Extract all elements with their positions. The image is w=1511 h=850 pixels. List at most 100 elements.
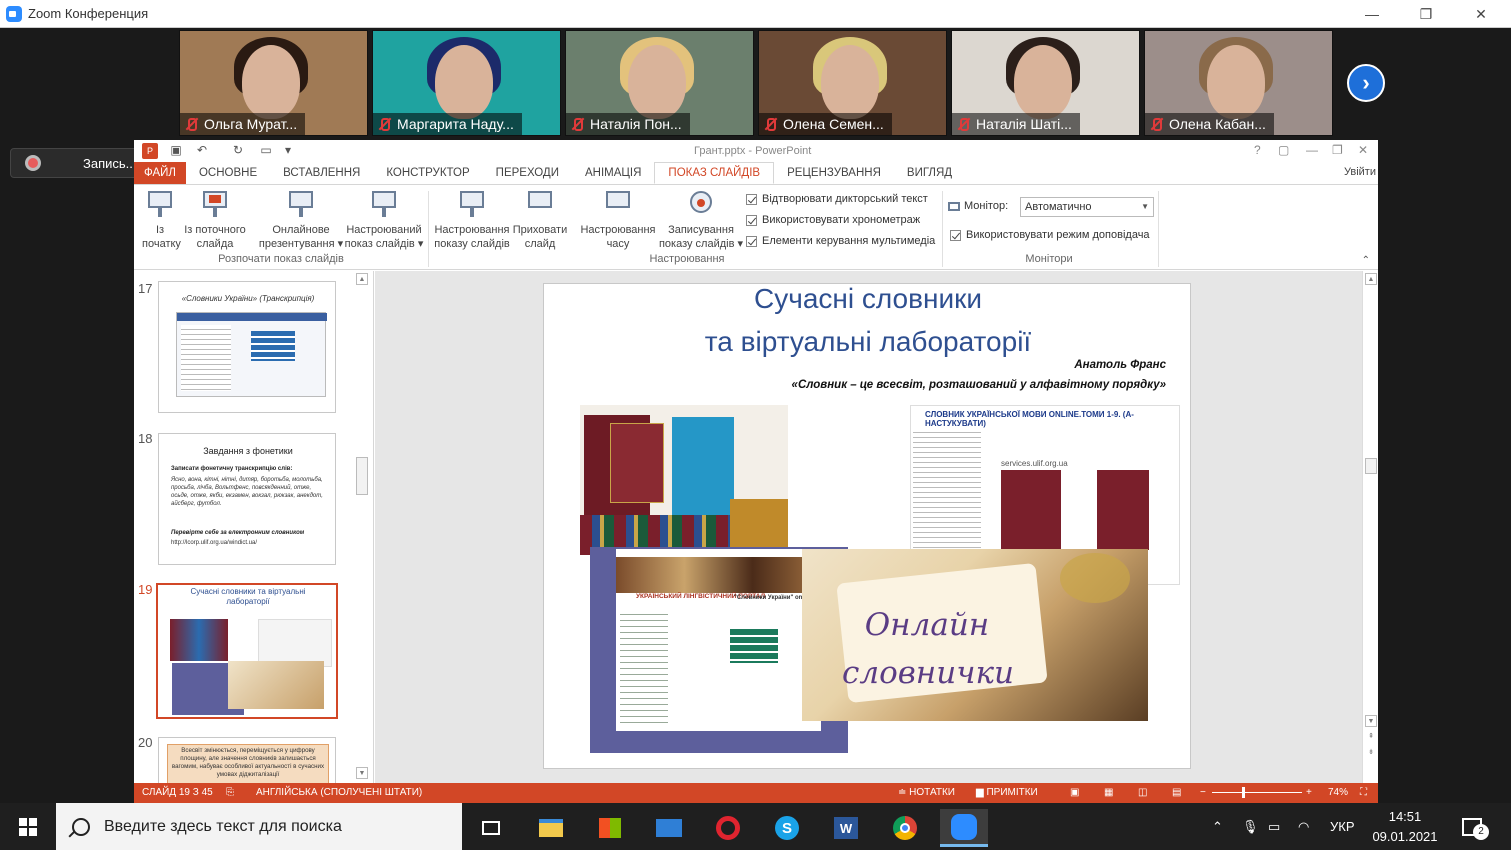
collapse-ribbon-icon[interactable]: ⌃ bbox=[1362, 255, 1370, 266]
next-page-button[interactable]: › bbox=[1347, 64, 1385, 102]
input-language[interactable]: УКР bbox=[1330, 803, 1355, 850]
language-indicator[interactable]: АНГЛІЙСЬКА (СПОЛУЧЕНІ ШТАТИ) bbox=[256, 787, 422, 798]
present-icon[interactable]: ▭ bbox=[258, 143, 274, 159]
zoom-out-icon[interactable]: − bbox=[1200, 787, 1206, 798]
spellcheck-icon[interactable]: ⎘ bbox=[226, 787, 234, 798]
save-icon[interactable]: ▣ bbox=[168, 143, 184, 159]
windows-logo-icon bbox=[19, 817, 37, 836]
slide-sorter-icon[interactable]: ▦ bbox=[1104, 787, 1113, 798]
tab-7[interactable]: РЕЦЕНЗУВАННЯ bbox=[774, 162, 894, 184]
redo-icon[interactable]: ↻ bbox=[230, 143, 246, 159]
opera-icon[interactable] bbox=[704, 809, 752, 847]
clock[interactable]: 14:51 09.01.2021 bbox=[1372, 803, 1438, 850]
participant-tile[interactable]: Наталія Шаті... bbox=[951, 30, 1140, 136]
from-current-slide-button[interactable]: Із поточного слайда bbox=[182, 189, 248, 251]
mail-icon[interactable] bbox=[645, 809, 693, 847]
fit-slide-icon[interactable]: ⛶ bbox=[1360, 787, 1367, 798]
chrome-icon[interactable] bbox=[881, 809, 929, 847]
tab-4[interactable]: ПЕРЕХОДИ bbox=[483, 162, 572, 184]
set-up-slide-show-button[interactable]: Настроювання показу слайдів bbox=[432, 189, 512, 251]
tab-0[interactable]: ФАЙЛ bbox=[134, 162, 186, 184]
tab-1[interactable]: ОСНОВНЕ bbox=[186, 162, 270, 184]
store-icon[interactable] bbox=[586, 809, 634, 847]
undo-icon[interactable]: ↶ bbox=[194, 143, 210, 159]
scrollbar-thumb[interactable] bbox=[356, 457, 368, 495]
slide-thumbnail-20[interactable]: Всесвіт змінюється, переміщується у цифр… bbox=[158, 737, 336, 783]
battery-icon[interactable]: ▭ bbox=[1268, 803, 1280, 850]
sign-in-link[interactable]: Увійти bbox=[1344, 166, 1376, 178]
thumbs-scrollbar[interactable]: ▲ ▼ bbox=[354, 271, 370, 783]
microphone-icon[interactable]: 🎙 bbox=[1242, 803, 1259, 850]
present-online-button[interactable]: Онлайнове презентування ▾ bbox=[258, 189, 344, 251]
slide-thumbnail-19[interactable]: Сучасні словники та віртуальні лаборатор… bbox=[156, 583, 338, 719]
scroll-up-icon[interactable]: ▲ bbox=[356, 273, 368, 285]
restore-icon[interactable]: ❐ bbox=[1403, 0, 1449, 28]
normal-view-icon[interactable]: ▣ bbox=[1070, 787, 1079, 798]
scroll-up-icon[interactable]: ▲ bbox=[1365, 273, 1377, 285]
media-controls-checkbox[interactable]: Елементи керування мультимедіа bbox=[746, 235, 935, 247]
tab-2[interactable]: ВСТАВЛЕННЯ bbox=[270, 162, 373, 184]
presenter-view-checkbox[interactable]: Використовувати режим доповідача bbox=[950, 229, 1150, 241]
notes-button[interactable]: ≐ НОТАТКИ bbox=[898, 787, 955, 798]
play-narrations-checkbox[interactable]: Відтворювати дикторський текст bbox=[746, 193, 928, 205]
from-beginning-button[interactable]: Із початку bbox=[142, 189, 181, 251]
word-icon[interactable]: W bbox=[822, 809, 870, 847]
search-input[interactable]: Введите здесь текст для поиска bbox=[104, 818, 342, 836]
dictionaries-books-image bbox=[580, 405, 788, 555]
participant-tile[interactable]: Маргарита Наду... bbox=[372, 30, 561, 136]
comments-button[interactable]: ▆ ПРИМІТКИ bbox=[976, 787, 1038, 798]
zoom-app-icon[interactable] bbox=[940, 809, 988, 847]
slide-thumbnail-18[interactable]: Завдання з фонетики Записати фонетичну т… bbox=[158, 433, 336, 565]
start-button[interactable] bbox=[0, 803, 56, 850]
reading-view-icon[interactable]: ◫ bbox=[1138, 787, 1147, 798]
tab-6[interactable]: ПОКАЗ СЛАЙДІВ bbox=[654, 162, 775, 184]
zoom-slider-thumb[interactable] bbox=[1242, 787, 1245, 798]
customize-toolbar-icon[interactable]: ▾ bbox=[280, 143, 296, 159]
next-slide-icon[interactable]: ⇟ bbox=[1365, 747, 1377, 759]
participant-tile[interactable]: Ольга Мурат... bbox=[179, 30, 368, 136]
scroll-down-icon[interactable]: ▼ bbox=[356, 767, 368, 779]
zoom-in-icon[interactable]: + bbox=[1306, 787, 1312, 798]
help-icon[interactable]: ? bbox=[1254, 143, 1261, 157]
minimize-icon[interactable]: — bbox=[1349, 0, 1395, 28]
slide-show-icon[interactable]: ▤ bbox=[1172, 787, 1181, 798]
file-explorer-icon[interactable] bbox=[527, 809, 575, 847]
participant-tile[interactable]: Наталія Пон... bbox=[565, 30, 754, 136]
slide-title-line1: Сучасні словники bbox=[754, 283, 982, 314]
show-hidden-icons[interactable]: ⌃ bbox=[1212, 803, 1223, 850]
zoom-slider[interactable] bbox=[1212, 792, 1302, 793]
participant-tile[interactable]: Олена Кабан... bbox=[1144, 30, 1333, 136]
custom-slide-show-button[interactable]: Настроюваний показ слайдів ▾ bbox=[344, 189, 424, 251]
scroll-down-icon[interactable]: ▼ bbox=[1365, 715, 1377, 727]
ribbon-display-icon[interactable]: ▢ bbox=[1278, 143, 1289, 157]
use-timings-checkbox[interactable]: Використовувати хронометраж bbox=[746, 214, 920, 226]
ppt-close-icon[interactable]: ✕ bbox=[1358, 143, 1368, 157]
prev-slide-icon[interactable]: ⇞ bbox=[1365, 731, 1377, 743]
ppt-minimize-icon[interactable]: — bbox=[1306, 143, 1318, 157]
task-view-icon[interactable] bbox=[467, 809, 515, 847]
participant-tile[interactable]: Олена Семен... bbox=[758, 30, 947, 136]
current-slide[interactable]: Сучасні словники та віртуальні лаборатор… bbox=[543, 283, 1191, 769]
skype-icon[interactable]: S bbox=[763, 809, 811, 847]
record-slide-show-button[interactable]: Записування показу слайдів ▾ bbox=[658, 189, 744, 251]
recording-indicator[interactable]: Запись... bbox=[10, 148, 150, 178]
thumb-number: 17 bbox=[138, 281, 153, 296]
zoom-level[interactable]: 74% bbox=[1328, 787, 1348, 798]
tab-5[interactable]: АНІМАЦІЯ bbox=[572, 162, 654, 184]
scrollbar-thumb[interactable] bbox=[1365, 458, 1377, 474]
from-beginning-icon bbox=[146, 189, 174, 219]
slide-quote: «Словник – це всесвіт, розташований у ал… bbox=[791, 379, 1166, 391]
thumb-number: 18 bbox=[138, 431, 153, 446]
slide-thumbnail-17[interactable]: «Словники України» (Транскрипція) bbox=[158, 281, 336, 413]
taskbar-search[interactable]: Введите здесь текст для поиска bbox=[56, 803, 462, 850]
tab-3[interactable]: КОНСТРУКТОР bbox=[373, 162, 482, 184]
rehearse-timings-button[interactable]: Настроювання часу bbox=[578, 189, 658, 251]
hide-slide-button[interactable]: Приховати слайд bbox=[512, 189, 568, 251]
ppt-restore-icon[interactable]: ❐ bbox=[1332, 143, 1343, 157]
wifi-icon[interactable]: ◠ bbox=[1298, 803, 1309, 850]
notifications-icon[interactable]: 2 bbox=[1462, 803, 1489, 850]
close-icon[interactable]: ✕ bbox=[1458, 0, 1504, 28]
tab-8[interactable]: ВИГЛЯД bbox=[894, 162, 965, 184]
monitor-select[interactable]: Автоматично ▼ bbox=[1020, 197, 1154, 217]
slide-scrollbar[interactable]: ▲ ▼ ⇞ ⇟ bbox=[1362, 271, 1378, 783]
